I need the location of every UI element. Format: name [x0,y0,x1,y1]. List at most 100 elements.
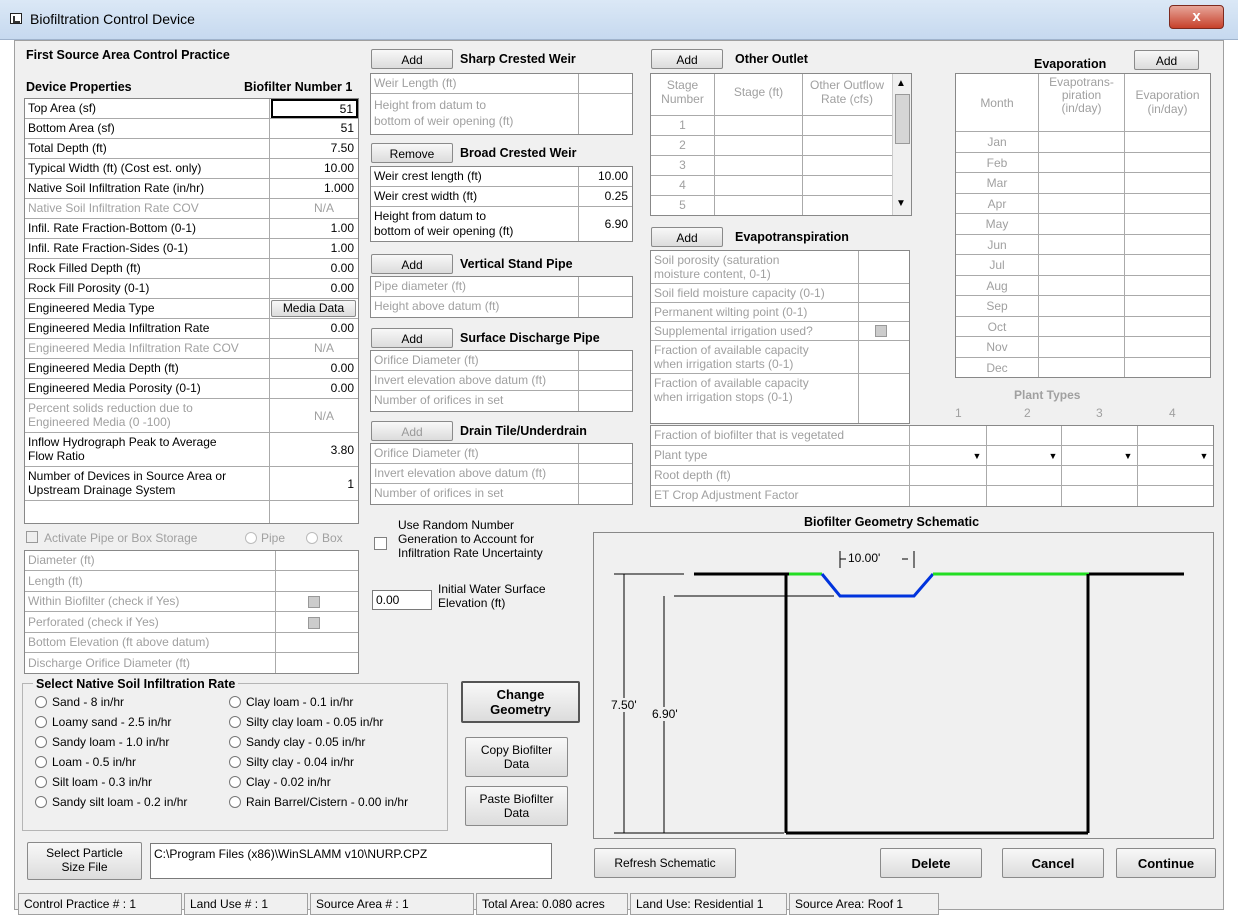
scroll-up-icon[interactable]: ▲ [896,78,906,89]
storage-row: Diameter (ft) [25,551,358,571]
property-value[interactable]: 1.000 [324,181,354,195]
property-value[interactable]: 0.00 [331,281,354,295]
month-label: Nov [986,340,1008,354]
soil-radio-label: Loamy sand - 2.5 in/hr [52,715,172,729]
property-label: Number of Devices in Source Area or Upstr… [28,469,227,497]
refresh-schematic-button[interactable]: Refresh Schematic [594,848,736,878]
property-value[interactable]: 1.00 [331,241,354,255]
property-value[interactable]: 3.80 [331,443,354,457]
evapotranspiration-add-button[interactable]: Add [651,227,723,247]
storage-row: Discharge Orifice Diameter (ft) [25,654,358,674]
broad-weir-title: Broad Crested Weir [460,146,577,160]
soil-radio[interactable] [229,756,241,768]
soil-radio[interactable] [35,716,47,728]
plant-type-dropdown-icon[interactable]: ▼ [1045,448,1061,464]
other-outlet-add-button[interactable]: Add [651,49,723,69]
property-value[interactable]: N/A [314,201,334,215]
soil-radio[interactable] [35,736,47,748]
scroll-down-icon[interactable]: ▼ [896,198,906,209]
property-value[interactable]: 7.50 [331,141,354,155]
property-label: Engineered Media Infiltration Rate [28,321,210,335]
property-label: Rock Fill Porosity (0-1) [28,281,150,295]
month-label: Aug [986,278,1008,293]
soil-radio-label: Silty clay - 0.04 in/hr [246,755,355,769]
et-label: Permanent wilting point (0-1) [654,305,808,319]
drain-tile-add-button[interactable]: Add [371,421,453,441]
property-row: Bottom Area (sf) 51 [25,119,358,139]
plant-type-dropdown-icon[interactable]: ▼ [1120,448,1136,464]
property-label: Engineered Media Depth (ft) [28,361,179,375]
plant-type-dropdown-icon[interactable]: ▼ [969,448,985,464]
soil-radio[interactable] [229,796,241,808]
close-button[interactable]: x [1169,5,1224,29]
random-number-checkbox[interactable] [374,537,387,550]
property-value-input[interactable]: 51 [271,99,358,118]
plant-row: ET Crop Adjustment Factor [651,486,1213,506]
storage-checkbox[interactable] [308,596,320,608]
soil-radio[interactable] [35,756,47,768]
property-value[interactable]: 0.00 [331,321,354,335]
property-value[interactable]: N/A [314,341,334,355]
irrigation-checkbox[interactable] [875,325,887,337]
soil-radio[interactable] [229,736,241,748]
stand-pipe-add-button[interactable]: Add [371,254,453,274]
property-row: Native Soil Infiltration Rate (in/hr) 1.0… [25,179,358,199]
section-title: First Source Area Control Practice [26,48,230,62]
initial-water-surface-input[interactable] [372,590,432,610]
property-label: Engineered Media Type [28,301,155,315]
property-label: Bottom Area (sf) [28,121,115,135]
storage-label: Diameter (ft) [28,553,95,567]
cancel-button[interactable]: Cancel [1002,848,1104,878]
other-outlet-grid: Stage Number Stage (ft) Other Outflow Rate… [650,73,912,216]
month-label: Jul [989,258,1005,272]
sharp-weir-add-button[interactable]: Add [371,49,453,69]
delete-button[interactable]: Delete [880,848,982,878]
paste-biofilter-button[interactable]: Paste Biofilter Data [465,786,568,826]
storage-label: Discharge Orifice Diameter (ft) [28,655,191,670]
schematic-title: Biofilter Geometry Schematic [804,515,980,529]
month-label: Jun [987,237,1007,252]
continue-button[interactable]: Continue [1116,848,1216,878]
property-value[interactable]: 0.00 [331,361,354,375]
property-value[interactable]: 1 [347,477,354,491]
property-value[interactable]: 0.00 [331,381,354,395]
property-label: Native Soil Infiltration Rate COV [28,201,199,215]
stage-number: 2 [679,138,686,152]
media-data-button[interactable]: Media Data [271,300,356,317]
box-radio[interactable] [306,532,318,544]
property-value[interactable]: 1.00 [331,221,354,235]
stage-number: 3 [679,158,686,172]
activate-storage-checkbox[interactable] [26,531,38,543]
broad-weir-grid: Weir crest length (ft) 10.00 Weir crest w… [370,166,633,242]
particle-file-path[interactable]: C:\Program Files (x86)\WinSLAMM v10\NURP… [150,843,552,879]
plant-row-label: ET Crop Adjustment Factor [654,488,799,502]
scroll-thumb[interactable] [895,94,910,144]
select-particle-button[interactable]: Select Particle Size File [27,842,142,880]
property-label: Top Area (sf) [28,101,97,115]
pipe-radio[interactable] [245,532,257,544]
property-value[interactable]: 10.00 [324,161,354,175]
app-icon [10,13,22,24]
outlet-scrollbar[interactable]: ▲ ▼ [892,74,911,215]
property-value[interactable]: 0.00 [331,261,354,275]
soil-radio[interactable] [229,776,241,788]
soil-radio[interactable] [229,716,241,728]
broad-weir-remove-button[interactable]: Remove [371,143,453,163]
evaporation-add-button[interactable]: Add [1134,50,1199,70]
et-label: Soil porosity (saturation moisture conten… [654,253,780,281]
status-total-area: Total Area: 0.080 acres [476,893,628,915]
change-geometry-button[interactable]: Change Geometry [461,681,580,723]
property-row: Infil. Rate Fraction-Bottom (0-1) 1.00 [25,219,358,239]
property-label: Typical Width (ft) (Cost est. only) [28,161,202,175]
surface-pipe-add-button[interactable]: Add [371,328,453,348]
soil-radio[interactable] [229,696,241,708]
plant-type-dropdown-icon[interactable]: ▼ [1196,448,1212,464]
property-value[interactable]: N/A [314,409,334,423]
property-value[interactable]: 51 [341,121,354,135]
copy-biofilter-button[interactable]: Copy Biofilter Data [465,737,568,777]
soil-radio[interactable] [35,796,47,808]
schematic-panel: 10.00' 7.50' 6.90' [593,532,1214,839]
soil-radio[interactable] [35,696,47,708]
soil-radio[interactable] [35,776,47,788]
storage-checkbox[interactable] [308,616,320,629]
